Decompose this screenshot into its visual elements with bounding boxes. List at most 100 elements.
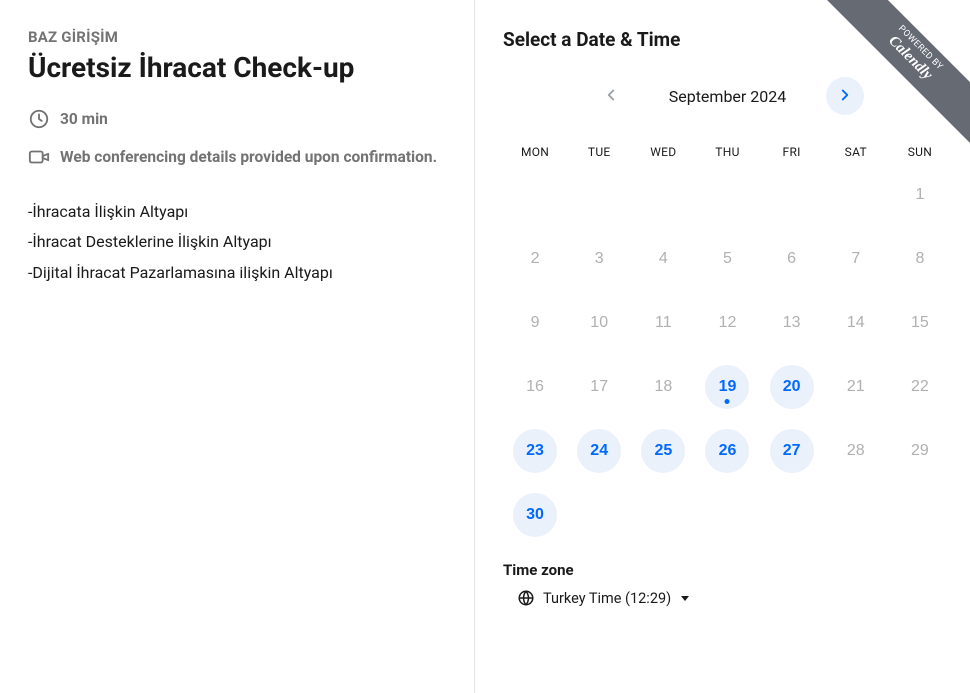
conferencing-text: Web conferencing details provided upon c… xyxy=(60,145,437,169)
timezone-label: Time zone xyxy=(503,561,952,579)
timezone-value: Turkey Time (12:29) xyxy=(543,590,671,607)
day-cell: 12 xyxy=(695,301,759,345)
day-cell: 26 xyxy=(695,429,759,473)
select-date-heading: Select a Date & Time xyxy=(503,28,952,51)
day-cell: 3 xyxy=(567,237,631,281)
day-cell: 30 xyxy=(503,493,567,537)
day-cell: 14 xyxy=(824,301,888,345)
day-cell: 28 xyxy=(824,429,888,473)
day-cell: 4 xyxy=(631,237,695,281)
next-month-button[interactable] xyxy=(826,77,864,115)
globe-icon xyxy=(517,589,535,607)
calendar-day-unavailable: 21 xyxy=(834,365,878,409)
desc-line: -İhracat Desteklerine İlişkin Altyapı xyxy=(28,227,444,257)
day-cell xyxy=(503,173,567,217)
timezone-section: Time zone Turkey Time (12:29) xyxy=(503,561,952,607)
weekday-label: SUN xyxy=(888,139,952,165)
day-cell: 18 xyxy=(631,365,695,409)
calendar-day-unavailable: 16 xyxy=(513,365,557,409)
timezone-picker[interactable]: Turkey Time (12:29) xyxy=(503,589,952,607)
weekday-label: MON xyxy=(503,139,567,165)
calendar-day-unavailable: 8 xyxy=(898,237,942,281)
calendar-day-unavailable: 15 xyxy=(898,301,942,345)
day-cell: 5 xyxy=(695,237,759,281)
chevron-right-icon xyxy=(836,86,854,107)
day-cell: 8 xyxy=(888,237,952,281)
conferencing-row: Web conferencing details provided upon c… xyxy=(28,145,444,169)
day-cell: 24 xyxy=(567,429,631,473)
day-cell: 10 xyxy=(567,301,631,345)
day-cell: 27 xyxy=(760,429,824,473)
day-cell: 2 xyxy=(503,237,567,281)
event-description: -İhracata İlişkin Altyapı -İhracat Deste… xyxy=(28,197,444,288)
day-cell: 7 xyxy=(824,237,888,281)
day-cell: 19 xyxy=(695,365,759,409)
calendar-day-available[interactable]: 26 xyxy=(705,429,749,473)
calendar-day-available[interactable]: 30 xyxy=(513,493,557,537)
prev-month-button[interactable] xyxy=(592,77,630,115)
day-cell xyxy=(631,173,695,217)
calendar-day-unavailable: 28 xyxy=(834,429,878,473)
day-cell: 13 xyxy=(760,301,824,345)
day-cell: 20 xyxy=(760,365,824,409)
day-cell: 6 xyxy=(760,237,824,281)
chevron-left-icon xyxy=(602,86,620,107)
calendar-day-unavailable: 17 xyxy=(577,365,621,409)
day-cell: 16 xyxy=(503,365,567,409)
day-cell: 21 xyxy=(824,365,888,409)
day-cell xyxy=(824,173,888,217)
calendar-day-available[interactable]: 20 xyxy=(770,365,814,409)
calendar-day-unavailable: 13 xyxy=(770,301,814,345)
calendar-day-unavailable: 9 xyxy=(513,301,557,345)
calendar-days-grid: 1234567891011121314151617181920212223242… xyxy=(503,173,952,537)
month-navigation: September 2024 xyxy=(503,77,952,115)
calendar-day-unavailable: 29 xyxy=(898,429,942,473)
calendar-day-available[interactable]: 23 xyxy=(513,429,557,473)
day-cell: 22 xyxy=(888,365,952,409)
calendar-day-unavailable: 2 xyxy=(513,237,557,281)
calendar-day-unavailable: 3 xyxy=(577,237,621,281)
calendar-day-available[interactable]: 24 xyxy=(577,429,621,473)
weekday-header-row: MONTUEWEDTHUFRISATSUN xyxy=(503,139,952,165)
day-cell: 17 xyxy=(567,365,631,409)
organizer-name: BAZ GİRİŞİM xyxy=(28,28,444,46)
weekday-label: FRI xyxy=(760,139,824,165)
calendar-day-unavailable: 6 xyxy=(770,237,814,281)
calendar-day-unavailable: 1 xyxy=(898,173,942,217)
day-cell xyxy=(567,173,631,217)
day-cell: 9 xyxy=(503,301,567,345)
weekday-label: SAT xyxy=(824,139,888,165)
calendar-day-unavailable: 22 xyxy=(898,365,942,409)
calendar-day-available[interactable]: 27 xyxy=(770,429,814,473)
event-title: Ücretsiz İhracat Check-up xyxy=(28,50,444,85)
duration-row: 30 min xyxy=(28,107,444,131)
weekday-label: THU xyxy=(695,139,759,165)
day-cell xyxy=(695,173,759,217)
today-indicator-dot xyxy=(725,399,730,404)
clock-icon xyxy=(28,108,50,130)
calendar-day-unavailable: 4 xyxy=(641,237,685,281)
day-cell xyxy=(760,173,824,217)
day-cell: 29 xyxy=(888,429,952,473)
weekday-label: WED xyxy=(631,139,695,165)
calendar-day-available[interactable]: 19 xyxy=(705,365,749,409)
calendar-day-available[interactable]: 25 xyxy=(641,429,685,473)
calendar-day-unavailable: 11 xyxy=(641,301,685,345)
calendar-day-unavailable: 12 xyxy=(705,301,749,345)
calendar-panel: Select a Date & Time September 2024 MONT… xyxy=(475,0,970,693)
video-icon xyxy=(28,146,50,168)
desc-line: -İhracata İlişkin Altyapı xyxy=(28,197,444,227)
calendar-day-unavailable: 14 xyxy=(834,301,878,345)
day-cell: 15 xyxy=(888,301,952,345)
event-details-panel: BAZ GİRİŞİM Ücretsiz İhracat Check-up 30… xyxy=(0,0,475,693)
weekday-label: TUE xyxy=(567,139,631,165)
day-cell: 1 xyxy=(888,173,952,217)
chevron-down-icon xyxy=(681,596,689,601)
calendar-day-unavailable: 5 xyxy=(705,237,749,281)
calendar-day-unavailable: 7 xyxy=(834,237,878,281)
day-cell: 23 xyxy=(503,429,567,473)
month-label: September 2024 xyxy=(648,87,808,106)
calendar-day-unavailable: 18 xyxy=(641,365,685,409)
day-cell: 11 xyxy=(631,301,695,345)
calendar-day-unavailable: 10 xyxy=(577,301,621,345)
